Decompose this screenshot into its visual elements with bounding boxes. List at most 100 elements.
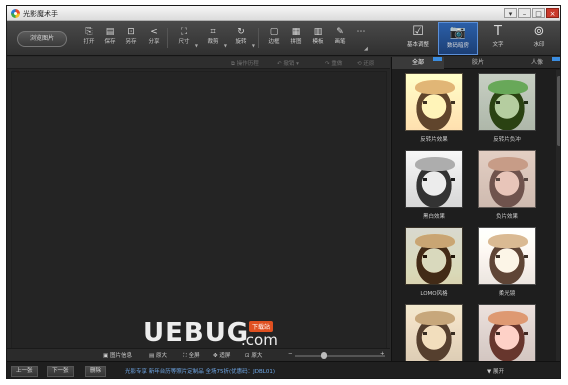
tab-film[interactable]: 胶片 bbox=[452, 57, 504, 69]
template-button[interactable]: ▥ 模板 bbox=[308, 26, 328, 52]
delete-button[interactable]: 删除 bbox=[85, 366, 107, 377]
effect-thumbnail bbox=[478, 150, 536, 208]
effect-item[interactable]: 反转片负冲 bbox=[476, 73, 538, 149]
zoom-in-button[interactable]: + bbox=[380, 351, 385, 357]
more-icon: ⋯ bbox=[356, 27, 366, 37]
camera-icon: 📷 bbox=[449, 25, 467, 40]
effect-label: LOMO风格 bbox=[420, 291, 448, 297]
save-label: 保存 bbox=[104, 39, 116, 45]
expand-button[interactable]: ▼ 展开 bbox=[487, 367, 504, 375]
redo-button[interactable]: ↷ 重做 bbox=[325, 59, 342, 67]
close-button[interactable]: × bbox=[546, 8, 559, 18]
expand-arrow-icon[interactable]: ◢ bbox=[364, 46, 368, 52]
edit-action-bar: ⧉ 操作历程 ↶ 撤销 ▾ ↷ 重做 ⟲ 还原 bbox=[7, 57, 390, 69]
effect-item[interactable]: 负片效果 bbox=[476, 150, 538, 226]
browse-images-button[interactable]: 浏览图片 bbox=[17, 31, 67, 47]
tab-watermark-label: 水印 bbox=[533, 42, 545, 48]
redo-label: 重做 bbox=[331, 61, 343, 67]
brush-label: 画笔 bbox=[334, 39, 346, 45]
skin-menu-button[interactable]: ▾ bbox=[504, 8, 517, 18]
open-label: 打开 bbox=[83, 39, 95, 45]
effect-item[interactable] bbox=[476, 304, 538, 367]
promo-link[interactable]: 光影专享 新年台历等照片定制品 全场75折(优惠码：JDBL01) bbox=[125, 367, 275, 375]
crop-icon: ⌗ bbox=[210, 27, 216, 37]
effect-label: 柔光镜 bbox=[498, 291, 516, 297]
chevron-down-icon[interactable]: ▼ bbox=[195, 43, 198, 48]
border-icon: ▢ bbox=[269, 27, 279, 37]
effects-grid: 反转片效果 反转片负冲 黑白效果 负片效果 LOMO风格 柔光镜 bbox=[392, 70, 555, 367]
chevron-down-icon[interactable]: ▼ bbox=[252, 43, 255, 48]
tab-basic-adjust-label: 基本调整 bbox=[406, 42, 429, 48]
next-image-button[interactable]: 下一张 bbox=[47, 366, 74, 377]
effect-thumbnail bbox=[405, 73, 463, 131]
tab-basic-adjust[interactable]: ☑ 基本调整 bbox=[398, 22, 438, 55]
zoom-slider-track[interactable] bbox=[295, 355, 385, 357]
save-as-icon: ⊡ bbox=[127, 27, 135, 37]
site-watermark: UEBUG .com 下载站 bbox=[143, 318, 303, 358]
effect-item[interactable]: 柔光镜 bbox=[476, 227, 538, 303]
resize-label: 尺寸 bbox=[178, 39, 190, 45]
save-button[interactable]: ▤ 保存 bbox=[100, 26, 120, 52]
status-bar: 上一张 下一张 删除 光影专享 新年台历等照片定制品 全场75折(优惠码：JDB… bbox=[7, 361, 560, 378]
tab-text-label: 文字 bbox=[492, 42, 504, 48]
effect-label: 黑白效果 bbox=[422, 214, 445, 220]
more-tools-button[interactable]: ⋯ bbox=[351, 26, 371, 52]
new-flag-icon bbox=[552, 57, 560, 61]
share-button[interactable]: < 分享 bbox=[144, 26, 164, 52]
tab-text[interactable]: T 文字 bbox=[478, 22, 518, 55]
tab-all[interactable]: 全部 bbox=[392, 57, 444, 69]
effect-label: 反转片负冲 bbox=[493, 137, 521, 143]
tab-portrait[interactable]: 人像 bbox=[511, 57, 560, 69]
share-icon: < bbox=[150, 27, 158, 37]
restore-button[interactable]: ⟲ 还原 bbox=[357, 59, 374, 67]
maximize-button[interactable]: □ bbox=[532, 8, 545, 18]
tab-watermark[interactable]: ⊚ 水印 bbox=[519, 22, 559, 55]
minimize-button[interactable]: – bbox=[518, 8, 531, 18]
image-info-label: 图片信息 bbox=[109, 353, 132, 359]
brush-button[interactable]: ✎ 画笔 bbox=[330, 26, 350, 52]
history-button[interactable]: ⧉ 操作历程 bbox=[231, 59, 259, 68]
effect-thumbnail bbox=[405, 304, 463, 362]
effect-item[interactable]: LOMO风格 bbox=[403, 227, 465, 303]
app-title: 光影魔术手 bbox=[23, 10, 58, 18]
resize-button[interactable]: ⛶ 尺寸 ▼ bbox=[174, 26, 198, 52]
image-info-button[interactable]: ▣ 图片信息 bbox=[103, 351, 132, 359]
effect-label: 反转片效果 bbox=[420, 137, 448, 143]
rotate-button[interactable]: ↻ 旋转 ▼ bbox=[231, 26, 255, 52]
effects-panel: 全部 胶片 人像 反转片效果 反转片负冲 黑白效果 负片效果 LOMO风格 柔光… bbox=[391, 57, 560, 367]
adjust-icon: ☑ bbox=[412, 24, 424, 39]
previous-image-button[interactable]: 上一张 bbox=[11, 366, 38, 377]
toolbar-divider bbox=[258, 28, 259, 48]
open-icon: ⎘ bbox=[85, 27, 93, 37]
effect-thumbnail bbox=[478, 304, 536, 362]
rotate-icon: ↻ bbox=[237, 27, 245, 37]
zoom-slider-handle[interactable] bbox=[321, 352, 327, 359]
history-label: 操作历程 bbox=[236, 61, 259, 67]
tab-digital-darkroom-label: 数码暗房 bbox=[446, 43, 469, 49]
effect-item[interactable]: 黑白效果 bbox=[403, 150, 465, 226]
scrollbar-thumb[interactable] bbox=[557, 76, 560, 146]
template-icon: ▥ bbox=[313, 27, 323, 37]
chevron-down-icon[interactable]: ▼ bbox=[224, 43, 227, 48]
effect-category-tabs: 全部 胶片 人像 bbox=[392, 57, 560, 69]
image-canvas[interactable] bbox=[11, 71, 387, 349]
crop-button[interactable]: ⌗ 裁剪 ▼ bbox=[203, 26, 227, 52]
effect-item[interactable] bbox=[403, 304, 465, 367]
save-as-label: 另存 bbox=[125, 39, 137, 45]
collage-button[interactable]: ▦ 拼图 bbox=[286, 26, 306, 52]
watermark-suffix: .com bbox=[241, 331, 278, 349]
title-bar: 光影魔术手 ▾ – □ × bbox=[7, 6, 560, 21]
save-icon: ▤ bbox=[105, 27, 115, 37]
tab-film-label: 胶片 bbox=[471, 59, 484, 66]
open-button[interactable]: ⎘ 打开 bbox=[79, 26, 99, 52]
tab-digital-darkroom[interactable]: 📷 数码暗房 bbox=[438, 22, 478, 55]
effect-item[interactable]: 反转片效果 bbox=[403, 73, 465, 149]
share-label: 分享 bbox=[148, 39, 160, 45]
border-button[interactable]: ▢ 边框 bbox=[264, 26, 284, 52]
undo-button[interactable]: ↶ 撤销 ▾ bbox=[277, 59, 299, 67]
template-label: 模板 bbox=[312, 39, 324, 45]
watermark-logo: UEBUG bbox=[143, 318, 250, 348]
effects-scrollbar[interactable] bbox=[556, 70, 560, 367]
tab-all-label: 全部 bbox=[411, 59, 424, 66]
save-as-button[interactable]: ⊡ 另存 bbox=[121, 26, 141, 52]
